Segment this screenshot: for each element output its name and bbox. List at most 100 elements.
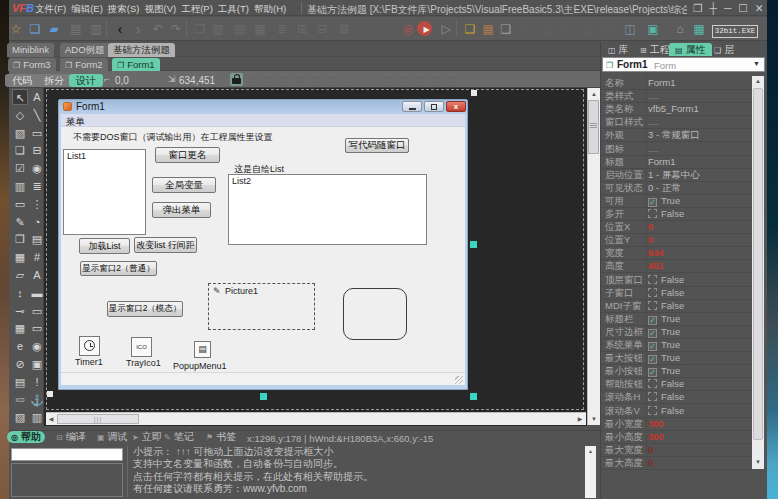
menu-7[interactable]: 帮助(H) [254, 3, 286, 16]
add-icon[interactable]: ⊞ [294, 21, 310, 37]
property-row-可用[interactable]: 可用✓True [601, 194, 752, 208]
help-list-box[interactable] [11, 463, 123, 497]
tool1-icon[interactable]: □ [518, 21, 534, 37]
property-row-最小按钮[interactable]: 最小按钮✓True [601, 364, 752, 378]
lock-icon[interactable] [230, 73, 243, 86]
property-checkbox[interactable] [648, 288, 657, 297]
design-mode-2[interactable]: 拆分 [37, 74, 71, 87]
property-row-名称[interactable]: 名称Form1 [601, 76, 752, 90]
property-value[interactable]: Form1 [648, 155, 675, 168]
show-window-normal-button[interactable]: 显示窗口2（普通） [80, 261, 157, 276]
property-row-系统菜单[interactable]: 系统菜单✓True [601, 338, 752, 352]
project-tab-2[interactable]: ADO例题 [60, 43, 110, 57]
ie-tool-icon[interactable]: e [12, 338, 28, 354]
form-tab-form1[interactable]: ❐Form1 [112, 58, 160, 71]
property-checkbox[interactable] [648, 275, 657, 284]
property-row-尺寸边框[interactable]: 尺寸边框✓True [601, 325, 752, 339]
property-value[interactable]: .... [648, 89, 659, 102]
selector-caret-icon[interactable]: ▼ [753, 60, 760, 67]
property-checkbox[interactable]: ✓ [648, 198, 657, 207]
pin-icon[interactable]: ┼ [709, 2, 716, 14]
help-scroll-up[interactable]: ▲ [586, 447, 595, 456]
property-value[interactable]: 3 - 常规窗口 [648, 128, 700, 141]
key-tool-icon[interactable]: ⊸ [12, 303, 28, 319]
property-row-标题栏[interactable]: 标题栏✓True [601, 312, 752, 326]
menu-4[interactable]: 视图(V) [144, 3, 176, 16]
property-value[interactable]: ✓True [648, 312, 680, 325]
radio-tool-icon[interactable]: ◉ [29, 160, 45, 176]
label-tool-icon[interactable]: A [29, 89, 45, 105]
property-row-宽度[interactable]: 宽度634 [601, 246, 752, 260]
rounded-rect-shape[interactable] [343, 288, 407, 340]
property-row-最大高度[interactable]: 最大高度0 [601, 456, 752, 470]
timer1-box[interactable] [79, 336, 100, 356]
property-value[interactable]: Form1 [648, 76, 675, 89]
load-list-button[interactable]: 加载List [79, 238, 130, 254]
property-value[interactable]: False [648, 273, 684, 286]
rename-window-button[interactable]: 窗口更名 [155, 147, 220, 163]
property-checkbox[interactable] [648, 406, 657, 415]
properties-selector[interactable]: ❐ Form1 Form ▼ [602, 57, 765, 72]
property-row-标题[interactable]: 标题Form1 [601, 155, 752, 169]
panel-icon[interactable]: ◫ [622, 21, 638, 37]
line-spacing-button[interactable]: 改变list 行间距 [134, 237, 197, 253]
property-row-位置X[interactable]: 位置X0 [601, 220, 752, 234]
maximize-icon[interactable]: ☐ [738, 2, 747, 14]
menu-6[interactable]: 工具(T) [218, 3, 249, 16]
form-handle-right[interactable] [470, 241, 477, 248]
pen-tool-icon[interactable]: ✎ [12, 214, 28, 230]
property-value[interactable]: ✓True [648, 364, 680, 377]
property-row-最小高度[interactable]: 最小高度300 [601, 430, 752, 444]
property-checkbox[interactable] [648, 379, 657, 388]
property-value[interactable]: vfb5_Form1 [648, 102, 699, 115]
property-row-最小宽度[interactable]: 最小宽度300 [601, 417, 752, 431]
minimize-icon[interactable]: ─ [724, 2, 731, 14]
form-handle-corner[interactable] [470, 393, 477, 400]
progress-tool-icon[interactable]: ▬ [29, 285, 45, 301]
property-value[interactable]: False [648, 286, 684, 299]
property-checkbox[interactable] [648, 301, 657, 310]
property-row-启动位置[interactable]: 启动位置1 - 屏幕中心 [601, 168, 752, 182]
image-icon[interactable]: ▦ [480, 21, 496, 37]
document-tool-icon[interactable]: ▤ [29, 231, 45, 247]
project-tab-1[interactable]: Miniblink [7, 43, 54, 57]
property-value[interactable]: False [648, 377, 684, 390]
list-icon[interactable]: ≣ [274, 21, 290, 37]
paste-icon[interactable]: ▧ [210, 21, 226, 37]
property-value[interactable]: 0 [648, 233, 653, 246]
property-value[interactable]: False [648, 390, 684, 403]
property-checkbox[interactable]: ✓ [648, 316, 657, 325]
marquee-handle-left[interactable] [47, 391, 53, 397]
indent-icon[interactable]: ▤ [232, 21, 248, 37]
property-row-外观[interactable]: 外观3 - 常规窗口 [601, 128, 752, 142]
checkbox-tool-icon[interactable]: ☑ [12, 160, 28, 176]
property-row-位置Y[interactable]: 位置Y0 [601, 233, 752, 247]
form-minimize-button[interactable] [402, 101, 422, 112]
redo-icon[interactable]: ↷ [168, 21, 184, 37]
property-checkbox[interactable] [648, 392, 657, 401]
property-row-窗口样式[interactable]: 窗口样式.... [601, 115, 752, 129]
tool3-icon[interactable]: □ [558, 21, 574, 37]
show-window-modal-button[interactable]: 显示窗口2（模态） [107, 301, 183, 317]
property-value[interactable]: 0 - 正常 [648, 181, 681, 194]
property-checkbox[interactable]: ✓ [648, 342, 657, 351]
menu-3[interactable]: 搜索(S) [108, 3, 140, 16]
vscroll-down-arrow[interactable]: ▼ [588, 414, 600, 424]
chart-tool-icon[interactable]: # [29, 249, 45, 265]
updown-tool-icon[interactable]: ↕ [12, 285, 28, 301]
property-row-滚动条V[interactable]: 滚动条VFalse [601, 404, 752, 418]
close-icon[interactable]: ✕ [755, 2, 764, 14]
favorites-star-icon[interactable]: ☆ [8, 21, 24, 37]
property-row-最大按钮[interactable]: 最大按钮✓True [601, 351, 752, 365]
button-tool-icon[interactable]: ▭ [29, 125, 45, 141]
chrome-tool-icon[interactable]: ◉ [29, 338, 45, 354]
property-value[interactable]: 0 [648, 443, 653, 456]
save-icon[interactable]: ▤ [68, 21, 84, 37]
line-tool-icon[interactable]: ╲ [29, 107, 45, 123]
calendar-tool-icon[interactable]: ▦ [12, 320, 28, 336]
status-tab-6[interactable]: ⚑书签 [202, 431, 240, 443]
props-scroll-up[interactable]: ▲ [753, 77, 763, 86]
toggle-tool-icon[interactable]: ▭ [29, 320, 45, 336]
properties-tab-3[interactable]: ▤属性 [669, 43, 712, 56]
listview-tool-icon[interactable]: ▥ [12, 178, 28, 194]
